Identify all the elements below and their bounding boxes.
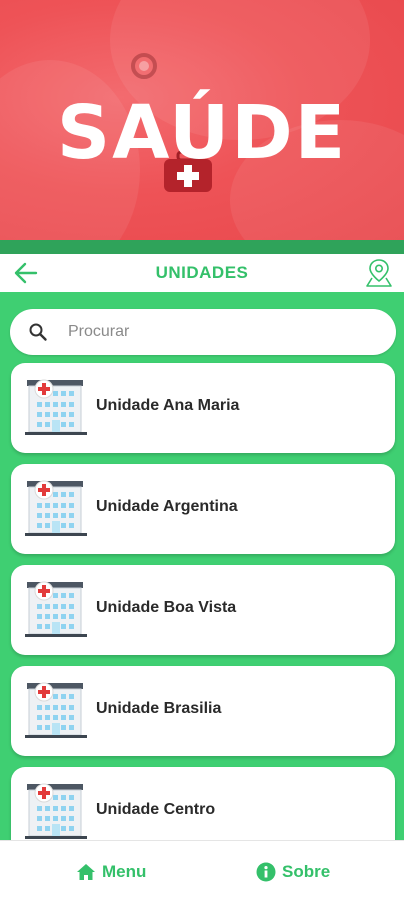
hospital-building-icon: [25, 783, 87, 839]
unit-name: Unidade Ana Maria: [96, 397, 240, 414]
hospital-building-icon: [25, 379, 87, 435]
banner-image: SAÚDE: [0, 0, 404, 244]
map-pin-icon: [366, 259, 392, 287]
nav-sobre-label: Sobre: [282, 862, 331, 881]
unit-card[interactable]: Unidade Brasilia: [11, 666, 395, 756]
stethoscope-icon: [131, 53, 157, 79]
unit-name: Unidade Argentina: [96, 498, 238, 515]
map-button[interactable]: [364, 257, 394, 289]
app-header: UNIDADES: [0, 254, 404, 292]
unit-card[interactable]: Unidade Argentina: [11, 464, 395, 554]
nav-sobre-button[interactable]: Sobre: [256, 861, 330, 883]
page-title: UNIDADES: [155, 263, 249, 282]
home-icon: [77, 864, 95, 880]
nav-menu-label: Menu: [102, 862, 147, 881]
info-icon: [256, 862, 276, 882]
nav-menu-button[interactable]: Menu: [76, 861, 146, 883]
search-icon: [29, 323, 47, 341]
unit-card[interactable]: Unidade Ana Maria: [11, 363, 395, 453]
banner-divider: [0, 240, 404, 254]
hospital-building-icon: [25, 682, 87, 738]
hospital-building-icon: [25, 581, 87, 637]
bottom-navigation: Menu Sobre: [0, 840, 404, 900]
unit-name: Unidade Boa Vista: [96, 599, 237, 616]
search-bar[interactable]: [10, 309, 396, 355]
banner-title: SAÚDE: [56, 90, 348, 176]
unit-card[interactable]: Unidade Boa Vista: [11, 565, 395, 655]
units-list-area[interactable]: Unidade Ana Maria Unidade Argentina: [0, 292, 404, 840]
unit-card[interactable]: Unidade Centro: [11, 767, 395, 840]
unit-name: Unidade Brasilia: [96, 700, 222, 717]
search-input[interactable]: [68, 319, 368, 345]
unit-name: Unidade Centro: [96, 801, 216, 818]
hospital-building-icon: [25, 480, 87, 536]
